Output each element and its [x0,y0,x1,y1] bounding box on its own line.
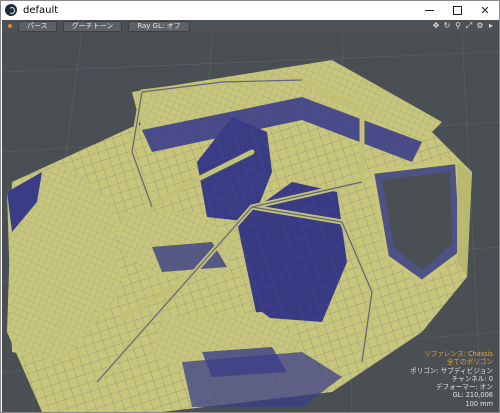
viewport-toolbar: パース グーチトーン Ray GL: オフ ✥ ↻ ⚲ ⤢ ⚙ ▸ [2,20,499,32]
move-view-icon[interactable]: ✥ [432,21,440,31]
rotate-view-icon[interactable]: ↻ [443,21,451,31]
info-polygons: 全てのポリゴン [446,358,493,367]
app-window: default ✕ パース グーチトーン Ray GL: オフ ✥ ↻ ⚲ ⤢ … [0,0,500,413]
minimize-icon [424,9,434,11]
view-mode-button[interactable]: パース [18,20,57,32]
ray-gl-button[interactable]: Ray GL: オフ [128,20,190,32]
minimize-button[interactable] [415,1,443,19]
viewport-info-overlay: リファレンス: Chassis 全てのポリゴン ポリゴン: サブディビジョン チ… [410,350,493,408]
viewport-nav-icons: ✥ ↻ ⚲ ⤢ ⚙ ▸ [432,21,495,31]
settings-icon[interactable]: ⚙ [476,21,484,31]
info-channels: チャンネル: 0 [451,374,493,383]
zoom-view-icon[interactable]: ⚲ [454,21,462,31]
maximize-view-icon[interactable]: ⤢ [465,21,473,31]
info-gl: GL: 210,006 [452,391,493,400]
shading-mode-button[interactable]: グーチトーン [62,20,123,32]
maximize-button[interactable] [443,1,471,19]
3d-viewport[interactable]: パース グーチトーン Ray GL: オフ ✥ ↻ ⚲ ⤢ ⚙ ▸ リファレンス… [2,20,499,412]
info-polygon-type: ポリゴン: サブディビジョン [410,366,493,375]
close-icon: ✕ [480,3,490,17]
info-scale: 100 mm [465,399,493,408]
app-icon [5,4,17,16]
close-button[interactable]: ✕ [471,1,499,19]
viewport-indicator-icon [8,24,12,28]
window-title: default [23,4,59,16]
window-controls: ✕ [415,1,499,19]
title-bar[interactable]: default ✕ [1,1,499,19]
info-deformer: デフォーマー: オン [435,383,493,392]
maximize-icon [452,5,462,15]
info-reference: リファレンス: Chassis [424,349,493,358]
menu-arrow-icon[interactable]: ▸ [487,21,495,31]
